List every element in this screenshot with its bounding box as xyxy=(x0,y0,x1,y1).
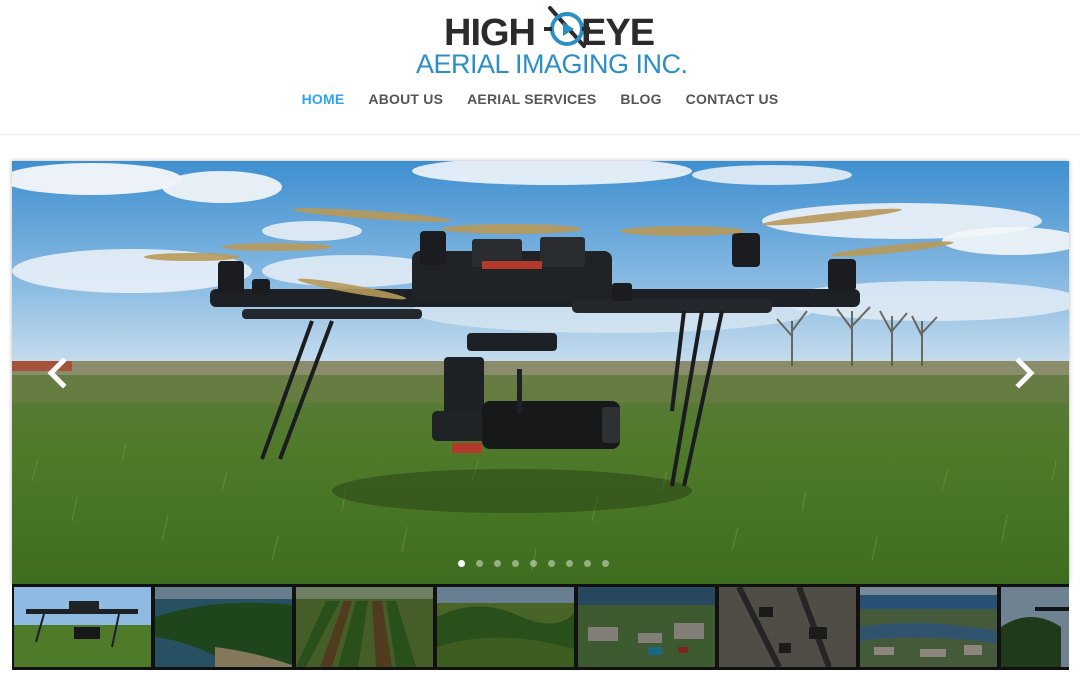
slider-dot[interactable] xyxy=(494,560,501,567)
site-header: HIGH EYE AERIAL IMAGING INC. HOME ABOUT U… xyxy=(0,0,1080,135)
nav-item-home[interactable]: HOME xyxy=(302,91,345,107)
thumbnail-town-aerial[interactable] xyxy=(578,587,715,667)
nav-item-contact-us[interactable]: CONTACT US xyxy=(686,91,779,107)
slider-pagination xyxy=(458,560,609,567)
logo-wordmark-bottom: AERIAL IMAGING INC. xyxy=(416,49,688,79)
hero-slide-image xyxy=(12,161,1069,584)
eye-camera-icon xyxy=(544,6,590,48)
slider-dot[interactable] xyxy=(512,560,519,567)
thumbnail-coastal-town[interactable] xyxy=(860,587,997,667)
thumbnail-forest-shoreline[interactable] xyxy=(155,587,292,667)
slider-dot[interactable] xyxy=(566,560,573,567)
nav-item-blog[interactable]: BLOG xyxy=(620,91,661,107)
slider-dot[interactable] xyxy=(602,560,609,567)
chevron-right-icon[interactable] xyxy=(1012,357,1038,389)
thumbnail-drone-on-grass[interactable] xyxy=(14,587,151,667)
nav-item-aerial-services[interactable]: AERIAL SERVICES xyxy=(467,91,596,107)
thumbnail-drone-in-trees[interactable] xyxy=(1001,587,1069,667)
slider-dot[interactable] xyxy=(548,560,555,567)
hero-slider xyxy=(12,161,1069,584)
slider-dot[interactable] xyxy=(458,560,465,567)
slider-dot[interactable] xyxy=(530,560,537,567)
thumbnail-strip xyxy=(12,584,1069,670)
thumbnail-crop-field-rows[interactable] xyxy=(296,587,433,667)
nav-item-about-us[interactable]: ABOUT US xyxy=(368,91,443,107)
chevron-left-icon[interactable] xyxy=(44,357,70,389)
site-logo[interactable]: HIGH EYE AERIAL IMAGING INC. xyxy=(414,6,688,80)
thumbnail-green-hills-valley[interactable] xyxy=(437,587,574,667)
slider-dot[interactable] xyxy=(476,560,483,567)
slider-dot[interactable] xyxy=(584,560,591,567)
thumbnail-industrial-site[interactable] xyxy=(719,587,856,667)
main-nav: HOME ABOUT US AERIAL SERVICES BLOG CONTA… xyxy=(0,91,1080,107)
